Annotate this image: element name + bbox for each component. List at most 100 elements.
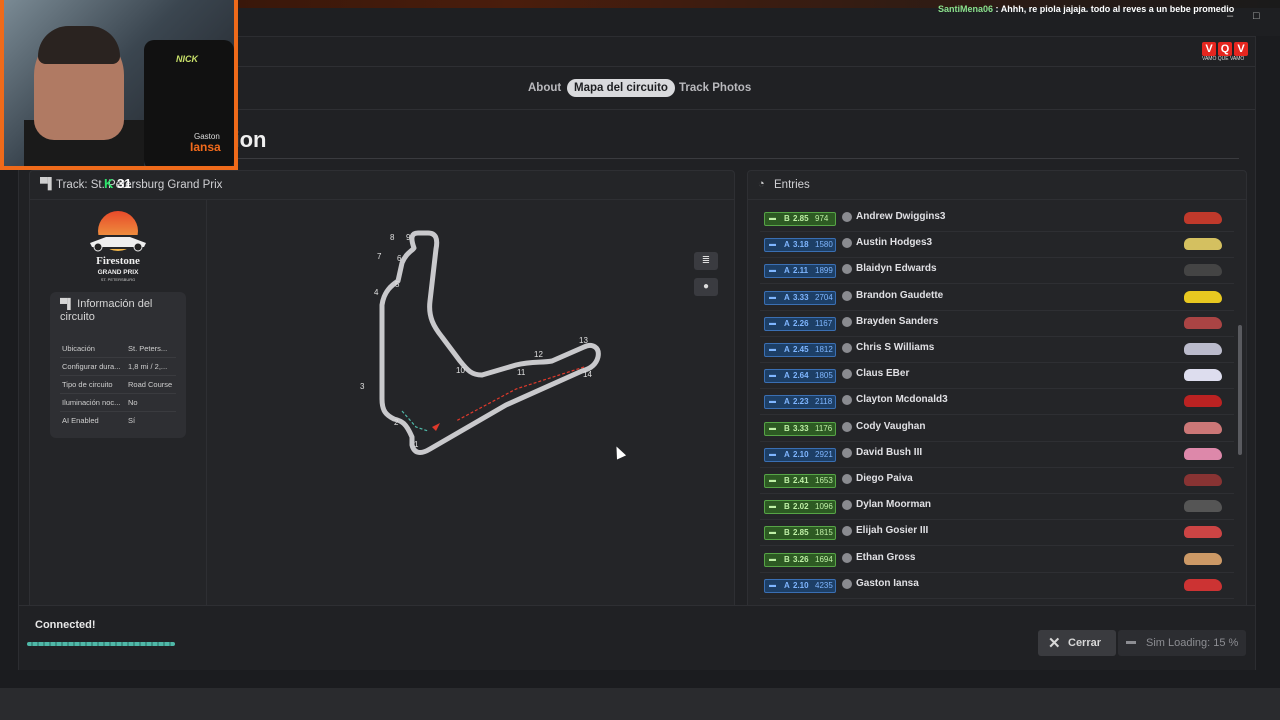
tab-about[interactable]: About — [521, 79, 568, 97]
helmet-icon — [842, 500, 852, 511]
streamer-hair — [38, 26, 120, 64]
turn-label: 13 — [579, 336, 588, 345]
circuit-info-card: ▀▌ Información del circuito Ubicación St. … — [50, 292, 186, 438]
connection-status: Connected! — [35, 619, 96, 631]
logo-text-firestone: Firestone — [96, 255, 140, 267]
driver-name[interactable]: Brayden Sanders — [856, 316, 938, 327]
license-class: B — [784, 554, 790, 564]
entry-row[interactable]: ▬ A 2.26 1167 Brayden Sanders — [760, 310, 1234, 337]
car-icon: ▬ — [769, 477, 776, 484]
car-livery-icon — [1184, 526, 1222, 539]
license-class: A — [784, 318, 790, 328]
entry-row[interactable]: ▬ B 3.26 1694 Ethan Gross — [760, 546, 1234, 573]
car-livery-icon — [1184, 369, 1222, 382]
driver-name[interactable]: Gaston Iansa — [856, 578, 919, 589]
scrollbar[interactable] — [1238, 325, 1242, 455]
driver-name[interactable]: Elijah Gosier III — [856, 525, 928, 536]
driver-name[interactable]: Blaidyn Edwards — [856, 263, 937, 274]
brand-word: Iansa — [190, 140, 221, 154]
entry-row[interactable]: ▬ A 2.23 2118 Clayton Mcdonald3 — [760, 388, 1234, 416]
driver-name[interactable]: Andrew Dwiggins3 — [856, 211, 945, 222]
car-livery-icon — [1184, 421, 1222, 434]
info-key: AI Enabled — [62, 416, 99, 425]
car-livery-icon — [1184, 343, 1222, 355]
driver-name[interactable]: Ethan Gross — [856, 552, 915, 563]
turn-labels: 1 2 3 4 5 6 7 8 9 10 11 12 13 14 — [360, 233, 592, 449]
tab-mapa-del-circuito[interactable]: Mapa del circuito — [567, 79, 675, 97]
entry-row[interactable]: ▬ A 2.11 1899 Blaidyn Edwards — [760, 257, 1234, 285]
info-value: Sí — [128, 416, 136, 425]
entry-row[interactable]: ▬ A 2.10 4235 Gaston Iansa — [760, 572, 1234, 599]
entry-row[interactable]: ▬ B 2.85 1815 Elijah Gosier III — [760, 519, 1234, 547]
sim-loading-button[interactable]: ▬ Sim Loading: 15 % — [1118, 630, 1246, 656]
entry-row[interactable]: ▬ A 3.18 1580 Austin Hodges3 — [760, 231, 1234, 259]
license-class: A — [784, 266, 790, 276]
track-outline — [379, 230, 601, 455]
helmet-icon — [842, 369, 852, 380]
info-row: Configurar dura... 1,8 mi / 2,... — [60, 358, 176, 376]
license-class: A — [784, 397, 790, 407]
entry-row[interactable]: ▬ B 2.85 974 Andrew Dwiggins3 — [760, 205, 1234, 232]
driver-name[interactable]: Claus EBer — [856, 368, 909, 379]
list-view-button[interactable]: ≣ — [694, 252, 718, 270]
car-icon: ▬ — [769, 529, 776, 537]
info-button[interactable]: ● — [694, 278, 718, 296]
driver-name[interactable]: Cody Vaughan — [856, 421, 925, 432]
track-panel-header: ▀▌ Track: St. Petersburg Grand Prix — [30, 171, 734, 200]
entry-row[interactable]: ▬ A 2.64 1805 Claus EBer — [760, 362, 1234, 390]
turn-label: 11 — [517, 368, 526, 377]
car-livery-icon — [1184, 578, 1222, 591]
driver-name[interactable]: Clayton Mcdonald3 — [856, 394, 948, 405]
close-button[interactable]: ✕ Cerrar — [1038, 630, 1116, 656]
irating: 1815 — [815, 528, 833, 538]
safety-rating: 2.23 — [793, 397, 809, 407]
turn-label: 2 — [394, 418, 399, 427]
maximize-icon[interactable]: □ — [1253, 10, 1260, 22]
driver-name[interactable]: Diego Paiva — [856, 473, 913, 484]
entry-row[interactable]: ▬ B 2.02 1096 Dylan Moorman — [760, 493, 1234, 521]
driver-name[interactable]: Brandon Gaudette — [856, 290, 943, 301]
entry-row[interactable]: ▬ A 3.33 2704 Brandon Gaudette — [760, 284, 1234, 311]
close-icon: ✕ — [1048, 635, 1061, 652]
driver-name[interactable]: Dylan Moorman — [856, 499, 931, 510]
car-livery-icon — [1184, 238, 1222, 251]
entry-row[interactable]: ▬ A 2.10 2921 David Bush III — [760, 441, 1234, 468]
safety-rating: 2.26 — [793, 318, 809, 328]
car-livery-icon — [1184, 290, 1222, 303]
license-class: A — [784, 345, 790, 354]
car-livery-icon — [1184, 500, 1222, 513]
license-badge: ▬ A 2.64 1805 — [764, 369, 836, 384]
irating: 1167 — [815, 318, 833, 328]
entry-row[interactable]: ▬ B 3.33 1176 Cody Vaughan — [760, 415, 1234, 442]
safety-rating: 2.11 — [793, 266, 809, 276]
tab-track-photos[interactable]: Track Photos — [672, 79, 758, 97]
turn-label: 8 — [390, 233, 395, 242]
driver-name[interactable]: Austin Hodges3 — [856, 237, 932, 248]
turn-label: 6 — [397, 254, 402, 263]
car-icon: ▬ — [769, 424, 776, 432]
entry-row[interactable]: ▬ A 2.45 1812 Chris S Williams — [760, 336, 1234, 363]
track-title: Track: St. Petersburg Grand Prix — [56, 179, 223, 191]
driver-name[interactable]: Chris S Williams — [856, 342, 934, 353]
helmet-icon — [842, 264, 852, 275]
car-livery-icon — [1184, 316, 1222, 329]
car-icon: ▬ — [769, 241, 776, 249]
chat-text: : Ahhh, re piola jajaja. todo al reves a… — [995, 4, 1235, 14]
car-icon: ▬ — [769, 503, 776, 511]
minimize-icon[interactable]: – — [1227, 10, 1233, 22]
channel-number-text: 31 — [117, 176, 132, 191]
flag-icon: ▀▌ — [60, 299, 75, 310]
car-livery-icon — [1184, 264, 1222, 277]
driver-name[interactable]: David Bush III — [856, 447, 922, 458]
entry-row[interactable]: ▬ B 2.41 1653 Diego Paiva — [760, 467, 1234, 494]
info-row: Ubicación St. Peters... — [60, 340, 176, 358]
safety-rating: 2.02 — [793, 502, 809, 512]
license-badge: ▬ A 2.11 1899 — [764, 264, 836, 279]
safety-rating: 3.33 — [793, 292, 809, 302]
license-class: B — [784, 214, 790, 223]
track-panel: ▀▌ Track: St. Petersburg Grand Prix Fire… — [29, 170, 735, 612]
info-row: AI Enabled Sí — [60, 412, 176, 429]
irating: 1653 — [815, 476, 833, 485]
turn-label: 1 — [414, 440, 419, 449]
close-button-label: Cerrar — [1068, 637, 1102, 649]
